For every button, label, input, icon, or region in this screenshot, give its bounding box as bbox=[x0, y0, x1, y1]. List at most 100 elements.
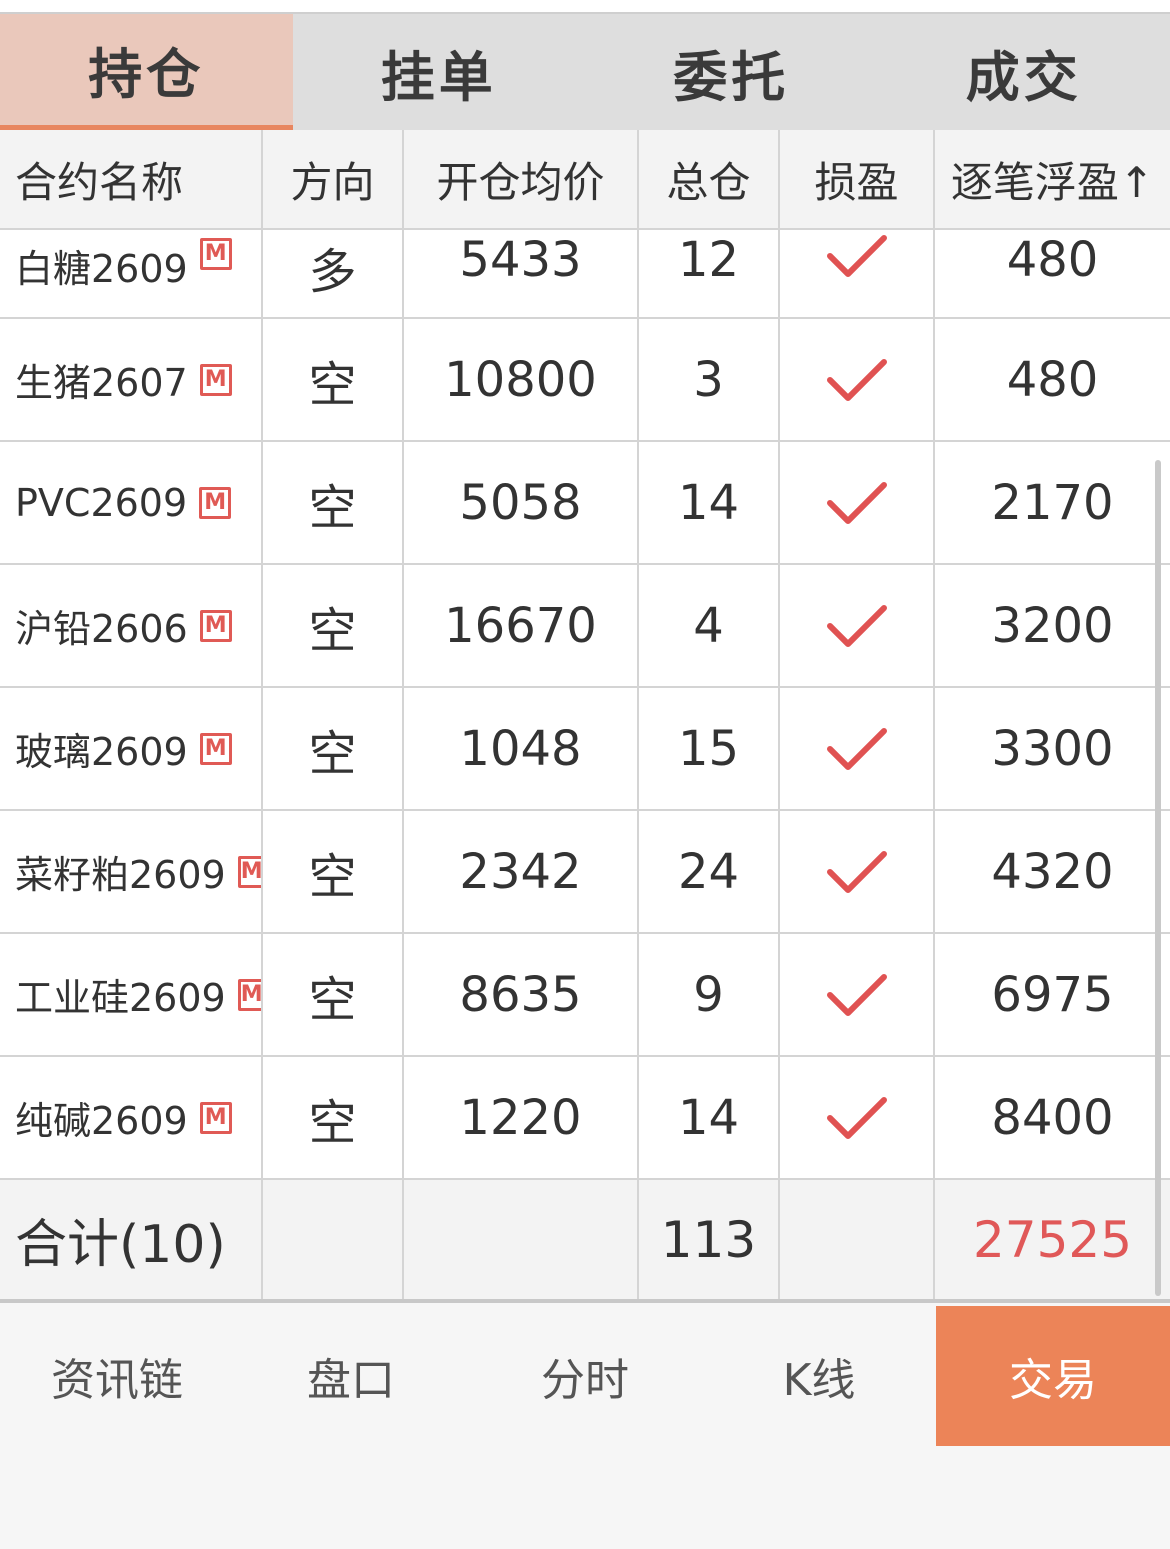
market-badge-icon: M bbox=[237, 855, 261, 888]
contract-name: 玻璃2609 M bbox=[0, 688, 263, 809]
table-row[interactable]: 白糖2609 M 多 5433 12 480 bbox=[0, 230, 1170, 319]
stop-check[interactable] bbox=[780, 565, 935, 686]
float-pnl: 3300 bbox=[991, 720, 1114, 777]
contract-name-text: 菜籽粕2609 bbox=[15, 853, 226, 897]
table-row[interactable]: 生猪2607 M 空 10800 3 480 bbox=[0, 319, 1170, 442]
summary-label: 合计(10) bbox=[0, 1180, 263, 1299]
scrollbar[interactable] bbox=[1155, 460, 1161, 1296]
table-row[interactable]: 玻璃2609 M 空 1048 15 3300 bbox=[0, 688, 1170, 811]
contract-name-text: 生猪2607 bbox=[15, 361, 188, 405]
contract-name-text: 白糖2609 bbox=[15, 247, 188, 291]
summary-empty-direction bbox=[263, 1180, 404, 1299]
table-row[interactable]: 纯碱2609 M 空 1220 14 8400 bbox=[0, 1057, 1170, 1180]
direction: 空 bbox=[263, 319, 404, 440]
nav-news-chain[interactable]: 资讯链 bbox=[0, 1306, 234, 1446]
check-icon bbox=[826, 358, 887, 401]
avg-price: 2342 bbox=[404, 811, 639, 932]
avg-price: 5433 bbox=[404, 230, 639, 317]
stop-check[interactable] bbox=[780, 319, 935, 440]
contract-name: 生猪2607 M bbox=[0, 319, 263, 440]
header-direction[interactable]: 方向 bbox=[263, 130, 404, 228]
table-row[interactable]: 沪铅2606 M 空 16670 4 3200 bbox=[0, 565, 1170, 688]
tab-trades[interactable]: 成交 bbox=[878, 14, 1170, 130]
market-badge-icon: M bbox=[199, 486, 232, 519]
direction: 多 bbox=[263, 230, 404, 317]
total-position: 9 bbox=[639, 934, 780, 1055]
stop-check[interactable] bbox=[780, 688, 935, 809]
summary-empty-price bbox=[404, 1180, 639, 1299]
header-avg-price[interactable]: 开仓均价 bbox=[404, 130, 639, 228]
contract-name-text: PVC2609 bbox=[15, 480, 188, 525]
summary-row: 合计(10) 113 27525 bbox=[0, 1180, 1170, 1303]
summary-empty-stop bbox=[780, 1180, 935, 1299]
float-pnl: 480 bbox=[1006, 351, 1099, 408]
direction: 空 bbox=[263, 688, 404, 809]
summary-float-pnl: 27525 bbox=[972, 1210, 1133, 1269]
header-stop[interactable]: 损盈 bbox=[780, 130, 935, 228]
avg-price: 8635 bbox=[404, 934, 639, 1055]
contract-name: 白糖2609 M bbox=[0, 230, 263, 317]
total-position: 15 bbox=[639, 688, 780, 809]
market-badge-icon: M bbox=[199, 732, 232, 765]
position-tabs: 持仓 挂单 委托 成交 bbox=[0, 14, 1170, 130]
total-position: 14 bbox=[639, 1057, 780, 1178]
nav-order-book[interactable]: 盘口 bbox=[234, 1306, 468, 1446]
stop-check[interactable] bbox=[780, 1057, 935, 1178]
direction: 空 bbox=[263, 934, 404, 1055]
float-pnl: 8400 bbox=[991, 1089, 1114, 1146]
stop-check[interactable] bbox=[780, 230, 935, 317]
total-position: 12 bbox=[639, 230, 780, 317]
check-icon bbox=[826, 1096, 887, 1139]
direction: 空 bbox=[263, 565, 404, 686]
total-position: 3 bbox=[639, 319, 780, 440]
check-icon bbox=[826, 481, 887, 524]
contract-name-text: 工业硅2609 bbox=[15, 976, 226, 1020]
contract-name: 菜籽粕2609 M bbox=[0, 811, 263, 932]
total-position: 14 bbox=[639, 442, 780, 563]
stop-check[interactable] bbox=[780, 442, 935, 563]
table-row[interactable]: PVC2609 M 空 5058 14 2170 bbox=[0, 442, 1170, 565]
contract-name-text: 玻璃2609 bbox=[15, 730, 188, 774]
check-icon bbox=[826, 727, 887, 770]
float-pnl: 2170 bbox=[991, 474, 1114, 531]
nav-timeshare[interactable]: 分时 bbox=[468, 1306, 702, 1446]
market-badge-icon: M bbox=[199, 238, 232, 270]
contract-name: PVC2609 M bbox=[0, 442, 263, 563]
market-badge-icon: M bbox=[199, 1101, 232, 1134]
table-row[interactable]: 菜籽粕2609 M 空 2342 24 4320 bbox=[0, 811, 1170, 934]
header-float-pnl[interactable]: 逐笔浮盈↑ bbox=[935, 130, 1170, 228]
check-icon bbox=[826, 850, 887, 893]
tab-positions[interactable]: 持仓 bbox=[0, 14, 293, 130]
contract-name: 沪铅2606 M bbox=[0, 565, 263, 686]
nav-trade[interactable]: 交易 bbox=[936, 1306, 1170, 1446]
tab-orders[interactable]: 委托 bbox=[585, 14, 878, 130]
contract-name: 纯碱2609 M bbox=[0, 1057, 263, 1178]
avg-price: 16670 bbox=[404, 565, 639, 686]
avg-price: 10800 bbox=[404, 319, 639, 440]
market-badge-icon: M bbox=[237, 978, 261, 1011]
check-icon bbox=[826, 973, 887, 1016]
direction: 空 bbox=[263, 811, 404, 932]
header-total[interactable]: 总仓 bbox=[639, 130, 780, 228]
check-icon bbox=[826, 235, 887, 277]
stop-check[interactable] bbox=[780, 934, 935, 1055]
table-header: 合约名称 方向 开仓均价 总仓 损盈 逐笔浮盈↑ bbox=[0, 130, 1170, 230]
contract-name: 工业硅2609 M bbox=[0, 934, 263, 1055]
bottom-nav: 资讯链 盘口 分时 K线 交易 bbox=[0, 1306, 1170, 1549]
market-badge-icon: M bbox=[199, 363, 232, 396]
tab-pending-orders[interactable]: 挂单 bbox=[293, 14, 586, 130]
header-contract-name[interactable]: 合约名称 bbox=[0, 130, 263, 228]
float-pnl: 480 bbox=[1006, 232, 1099, 288]
top-strip bbox=[0, 0, 1170, 14]
nav-kline[interactable]: K线 bbox=[702, 1306, 936, 1446]
market-badge-icon: M bbox=[199, 609, 232, 642]
total-position: 4 bbox=[639, 565, 780, 686]
total-position: 24 bbox=[639, 811, 780, 932]
float-pnl: 3200 bbox=[991, 597, 1114, 654]
contract-name-text: 沪铅2606 bbox=[15, 607, 188, 651]
avg-price: 5058 bbox=[404, 442, 639, 563]
direction: 空 bbox=[263, 442, 404, 563]
stop-check[interactable] bbox=[780, 811, 935, 932]
direction: 空 bbox=[263, 1057, 404, 1178]
table-row[interactable]: 工业硅2609 M 空 8635 9 6975 bbox=[0, 934, 1170, 1057]
